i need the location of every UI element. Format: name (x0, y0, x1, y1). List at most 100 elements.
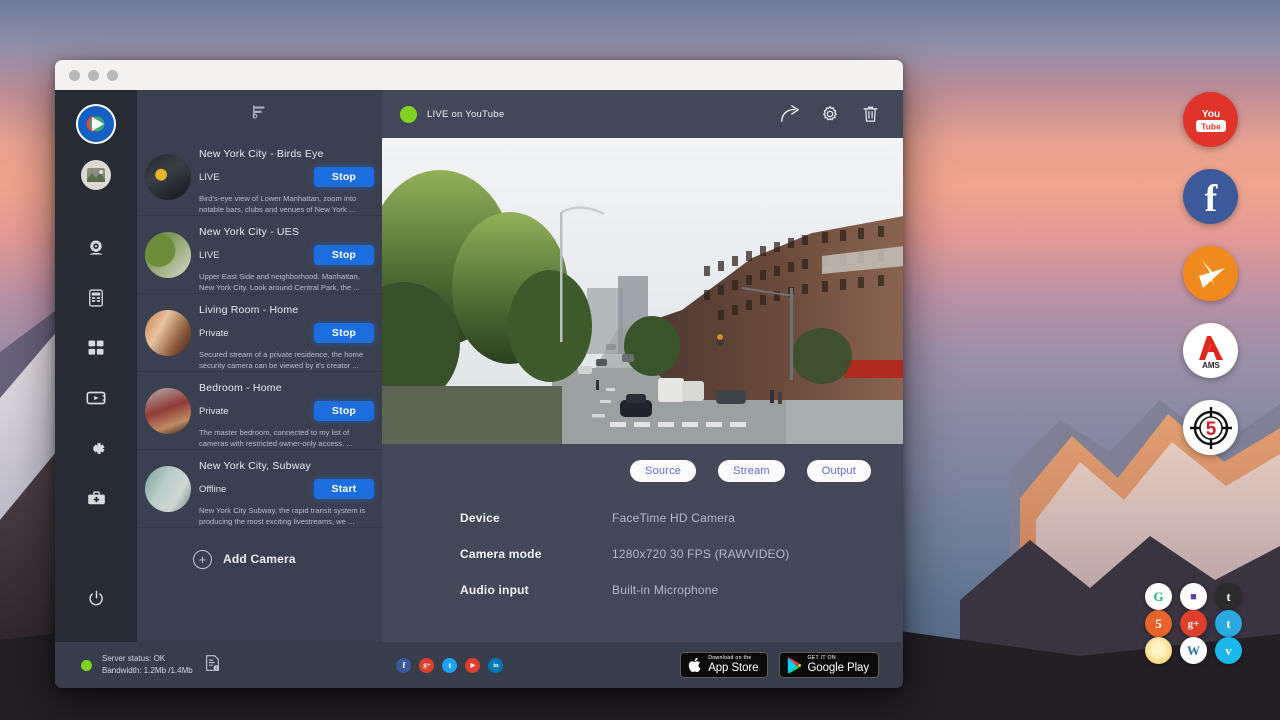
facebook-icon[interactable]: f (396, 658, 411, 673)
gumroad-icon[interactable]: G (1145, 583, 1172, 610)
adobe-ams-icon: AMS (1193, 332, 1229, 370)
tab-output[interactable]: Output (807, 460, 871, 482)
wowza-lightning-icon (1191, 254, 1231, 294)
camera-list-item[interactable]: Bedroom - Home Private Stop The master b… (137, 372, 382, 450)
dock-icon-wowza[interactable] (1183, 246, 1238, 301)
dock-icon-adobe-ams[interactable]: AMS (1183, 323, 1238, 378)
google-plus-icon[interactable]: g+ (419, 658, 434, 673)
window-body: New York City - Birds Eye LIVE Stop Bird… (55, 90, 903, 642)
video-player-icon (85, 387, 107, 409)
camera-action-button[interactable]: Stop (314, 245, 374, 265)
detail-value[interactable]: 1280x720 30 FPS (RAWVIDEO) (612, 547, 790, 561)
detail-value[interactable]: FaceTime HD Camera (612, 511, 735, 525)
dock-icon-channel-five[interactable]: 5 (1183, 400, 1238, 455)
settings-button[interactable] (815, 99, 845, 129)
svg-text:You: You (1201, 109, 1219, 120)
dock-icon-facebook[interactable]: f (1183, 169, 1238, 224)
sidebar-item-tools[interactable] (76, 478, 116, 518)
camera-thumbnail (145, 154, 191, 200)
google-play-badge[interactable]: GET IT ON Google Play (779, 652, 879, 678)
desktop: New York City - Birds Eye LIVE Stop Bird… (0, 0, 1280, 720)
camera-thumbnail (145, 466, 191, 512)
app-logo[interactable] (76, 104, 116, 144)
tab-stream[interactable]: Stream (718, 460, 785, 482)
sidebar-rail (55, 90, 137, 642)
main-toolbar: LIVE on YouTube (382, 90, 903, 138)
camera-thumbnail (145, 388, 191, 434)
power-button[interactable] (76, 578, 116, 618)
video-preview-frame (382, 138, 903, 444)
camera-action-button[interactable]: Stop (314, 167, 374, 187)
video-preview[interactable] (382, 138, 903, 444)
server-status-dot (81, 660, 92, 671)
sidebar-item-settings[interactable] (76, 428, 116, 468)
camera-title: Bedroom - Home (199, 382, 374, 394)
delete-button[interactable] (855, 99, 885, 129)
sidebar-item-cameras[interactable] (76, 228, 116, 268)
camera-list-item[interactable]: New York City - Birds Eye LIVE Stop Bird… (137, 138, 382, 216)
camera-status: Offline (199, 484, 314, 495)
twitch-icon[interactable]: ■ (1180, 583, 1207, 610)
sidebar-item-devices[interactable] (76, 278, 116, 318)
gear-icon (86, 438, 107, 459)
camera-action-button[interactable]: Stop (314, 323, 374, 343)
sidebar-item-dashboard[interactable] (76, 328, 116, 368)
tab-source[interactable]: Source (630, 460, 696, 482)
store-badges: Download on the App Store GET IT ON Goog… (680, 652, 879, 678)
camera-list-scroll[interactable]: New York City - Birds Eye LIVE Stop Bird… (137, 138, 382, 642)
server-status-text: Server status: OK Bandwidth: 1.2Mb /1.4M… (102, 653, 193, 678)
twitter-icon[interactable]: t (442, 658, 457, 673)
preview-tabs: Source Stream Output (382, 444, 903, 482)
filter-sort-icon[interactable] (251, 103, 268, 125)
camera-action-button[interactable]: Stop (314, 401, 374, 421)
user-avatar[interactable] (81, 160, 111, 190)
camera-list-item[interactable]: Living Room - Home Private Stop Secured … (137, 294, 382, 372)
source-details: Device FaceTime HD Camera Camera mode 12… (382, 482, 903, 608)
device-tablet-icon (86, 288, 106, 308)
twitter-icon[interactable]: t (1215, 610, 1242, 637)
minimize-button[interactable] (88, 70, 99, 81)
sunset-app-icon[interactable] (1145, 637, 1172, 664)
svg-text:f: f (1204, 178, 1218, 216)
camera-list-item[interactable]: New York City - UES LIVE Stop Upper East… (137, 216, 382, 294)
linkedin-icon[interactable]: in (488, 658, 503, 673)
facebook-icon: f (1196, 178, 1226, 216)
app-window: New York City - Birds Eye LIVE Stop Bird… (55, 60, 903, 688)
camera-list-panel: New York City - Birds Eye LIVE Stop Bird… (137, 90, 382, 642)
camera-title: Living Room - Home (199, 304, 374, 316)
crosshair-five-icon: 5 (1187, 404, 1235, 452)
camera-description: Bird's-eye view of Lower Manhattan, zoom… (199, 193, 374, 215)
camera-status: Private (199, 328, 314, 339)
livestream-icon[interactable]: 5 (1145, 610, 1172, 637)
maximize-button[interactable] (107, 70, 118, 81)
apple-icon (688, 656, 703, 674)
play-logo-icon (84, 112, 108, 136)
detail-value[interactable]: Built-in Microphone (612, 583, 719, 597)
main-panel: LIVE on YouTube (382, 90, 903, 642)
window-titlebar[interactable] (55, 60, 903, 90)
sidebar-item-recordings[interactable] (76, 378, 116, 418)
dock-icon-youtube[interactable]: You Tube (1183, 92, 1238, 147)
tumblr-icon[interactable]: t (1215, 583, 1242, 610)
camera-action-button[interactable]: Start (314, 479, 374, 499)
camera-title: New York City, Subway (199, 460, 374, 472)
share-button[interactable] (775, 99, 805, 129)
log-button[interactable] (205, 655, 220, 676)
bandwidth-line: Bandwidth: 1.2Mb /1.4Mb (102, 666, 193, 675)
google-plus-icon[interactable]: g+ (1180, 610, 1207, 637)
close-button[interactable] (69, 70, 80, 81)
detail-key: Audio input (460, 583, 612, 597)
app-store-badge[interactable]: Download on the App Store (680, 652, 768, 678)
live-status-label: LIVE on YouTube (427, 109, 504, 120)
vimeo-icon[interactable]: v (1215, 637, 1242, 664)
camera-list-item[interactable]: New York City, Subway Offline Start New … (137, 450, 382, 528)
youtube-icon[interactable]: ▶ (465, 658, 480, 673)
youtube-icon: You Tube (1190, 105, 1232, 135)
wordpress-icon[interactable]: W (1180, 637, 1207, 664)
grid-icon (86, 338, 106, 358)
svg-text:Tube: Tube (1201, 121, 1221, 131)
camera-status: Private (199, 406, 314, 417)
camera-list-header (137, 90, 382, 138)
add-camera-button[interactable]: + Add Camera (137, 528, 382, 590)
camera-status: LIVE (199, 250, 314, 261)
